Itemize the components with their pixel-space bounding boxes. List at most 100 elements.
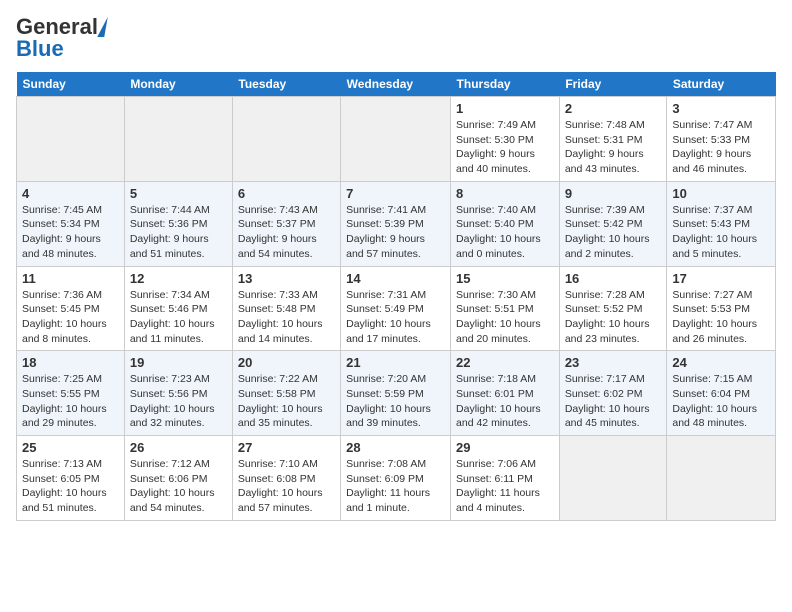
calendar-cell: 15 Sunrise: 7:30 AMSunset: 5:51 PMDayligh… xyxy=(451,266,560,351)
calendar-cell: 25Sunrise: 7:13 AMSunset: 6:05 PMDayligh… xyxy=(17,436,125,521)
day-number: 13 xyxy=(238,271,335,286)
calendar-cell: 7Sunrise: 7:41 AMSunset: 5:39 PMDaylight… xyxy=(341,181,451,266)
day-number: 19 xyxy=(130,355,227,370)
day-number: 23 xyxy=(565,355,662,370)
calendar-cell: 9 Sunrise: 7:39 AMSunset: 5:42 PMDaylight… xyxy=(559,181,667,266)
day-number: 25 xyxy=(22,440,119,455)
day-info: Sunrise: 7:37 AMSunset: 5:43 PMDaylight:… xyxy=(672,203,770,262)
day-info: Sunrise: 7:18 AMSunset: 6:01 PMDaylight:… xyxy=(456,372,554,431)
logo: General Blue xyxy=(16,16,106,60)
day-info: Sunrise: 7:17 AMSunset: 6:02 PMDaylight:… xyxy=(565,372,662,431)
day-number: 21 xyxy=(346,355,445,370)
calendar-cell xyxy=(667,436,776,521)
calendar-cell: 26 Sunrise: 7:12 AMSunset: 6:06 PMDayligh… xyxy=(124,436,232,521)
week-row-1: 1 Sunrise: 7:49 AMSunset: 5:30 PMDaylight… xyxy=(17,97,776,182)
day-info: Sunrise: 7:20 AMSunset: 5:59 PMDaylight:… xyxy=(346,372,445,431)
day-info: Sunrise: 7:31 AMSunset: 5:49 PMDaylight:… xyxy=(346,288,445,347)
day-number: 27 xyxy=(238,440,335,455)
calendar-cell: 1 Sunrise: 7:49 AMSunset: 5:30 PMDaylight… xyxy=(451,97,560,182)
day-number: 7 xyxy=(346,186,445,201)
week-row-4: 18 Sunrise: 7:25 AMSunset: 5:55 PMDayligh… xyxy=(17,351,776,436)
day-number: 8 xyxy=(456,186,554,201)
day-info: Sunrise: 7:25 AMSunset: 5:55 PMDaylight:… xyxy=(22,372,119,431)
logo-text-general: General xyxy=(16,16,98,38)
calendar-table: SundayMondayTuesdayWednesdayThursdayFrid… xyxy=(16,72,776,521)
calendar-cell: 19Sunrise: 7:23 AMSunset: 5:56 PMDayligh… xyxy=(124,351,232,436)
day-number: 10 xyxy=(672,186,770,201)
day-number: 24 xyxy=(672,355,770,370)
day-info: Sunrise: 7:49 AMSunset: 5:30 PMDaylight:… xyxy=(456,118,554,177)
calendar-cell: 20 Sunrise: 7:22 AMSunset: 5:58 PMDayligh… xyxy=(232,351,340,436)
day-number: 15 xyxy=(456,271,554,286)
calendar-cell: 12 Sunrise: 7:34 AMSunset: 5:46 PMDayligh… xyxy=(124,266,232,351)
day-info: Sunrise: 7:48 AMSunset: 5:31 PMDaylight:… xyxy=(565,118,662,177)
page-header: General Blue xyxy=(16,16,776,60)
day-info: Sunrise: 7:44 AMSunset: 5:36 PMDaylight:… xyxy=(130,203,227,262)
day-info: Sunrise: 7:22 AMSunset: 5:58 PMDaylight:… xyxy=(238,372,335,431)
col-header-tuesday: Tuesday xyxy=(232,72,340,97)
week-row-2: 4 Sunrise: 7:45 AMSunset: 5:34 PMDaylight… xyxy=(17,181,776,266)
day-info: Sunrise: 7:43 AMSunset: 5:37 PMDaylight:… xyxy=(238,203,335,262)
day-info: Sunrise: 7:27 AMSunset: 5:53 PMDaylight:… xyxy=(672,288,770,347)
day-info: Sunrise: 7:33 AMSunset: 5:48 PMDaylight:… xyxy=(238,288,335,347)
calendar-cell: 29 Sunrise: 7:06 AMSunset: 6:11 PMDayligh… xyxy=(451,436,560,521)
week-row-5: 25Sunrise: 7:13 AMSunset: 6:05 PMDayligh… xyxy=(17,436,776,521)
day-number: 26 xyxy=(130,440,227,455)
day-info: Sunrise: 7:47 AMSunset: 5:33 PMDaylight:… xyxy=(672,118,770,177)
day-number: 1 xyxy=(456,101,554,116)
day-number: 20 xyxy=(238,355,335,370)
calendar-cell: 28Sunrise: 7:08 AMSunset: 6:09 PMDayligh… xyxy=(341,436,451,521)
day-info: Sunrise: 7:12 AMSunset: 6:06 PMDaylight:… xyxy=(130,457,227,516)
calendar-cell: 13 Sunrise: 7:33 AMSunset: 5:48 PMDayligh… xyxy=(232,266,340,351)
week-row-3: 11Sunrise: 7:36 AMSunset: 5:45 PMDayligh… xyxy=(17,266,776,351)
day-info: Sunrise: 7:39 AMSunset: 5:42 PMDaylight:… xyxy=(565,203,662,262)
calendar-cell xyxy=(559,436,667,521)
day-info: Sunrise: 7:06 AMSunset: 6:11 PMDaylight:… xyxy=(456,457,554,516)
calendar-cell: 5 Sunrise: 7:44 AMSunset: 5:36 PMDaylight… xyxy=(124,181,232,266)
day-number: 29 xyxy=(456,440,554,455)
day-number: 12 xyxy=(130,271,227,286)
col-header-wednesday: Wednesday xyxy=(341,72,451,97)
day-number: 5 xyxy=(130,186,227,201)
calendar-cell: 2 Sunrise: 7:48 AMSunset: 5:31 PMDaylight… xyxy=(559,97,667,182)
day-number: 16 xyxy=(565,271,662,286)
calendar-cell xyxy=(232,97,340,182)
day-number: 9 xyxy=(565,186,662,201)
calendar-cell: 16 Sunrise: 7:28 AMSunset: 5:52 PMDayligh… xyxy=(559,266,667,351)
day-info: Sunrise: 7:30 AMSunset: 5:51 PMDaylight:… xyxy=(456,288,554,347)
calendar-cell: 22 Sunrise: 7:18 AMSunset: 6:01 PMDayligh… xyxy=(451,351,560,436)
day-number: 6 xyxy=(238,186,335,201)
calendar-cell: 4 Sunrise: 7:45 AMSunset: 5:34 PMDaylight… xyxy=(17,181,125,266)
calendar-cell: 17 Sunrise: 7:27 AMSunset: 5:53 PMDayligh… xyxy=(667,266,776,351)
calendar-cell: 8 Sunrise: 7:40 AMSunset: 5:40 PMDaylight… xyxy=(451,181,560,266)
day-number: 4 xyxy=(22,186,119,201)
day-number: 2 xyxy=(565,101,662,116)
calendar-cell: 27 Sunrise: 7:10 AMSunset: 6:08 PMDayligh… xyxy=(232,436,340,521)
calendar-cell: 10 Sunrise: 7:37 AMSunset: 5:43 PMDayligh… xyxy=(667,181,776,266)
day-number: 22 xyxy=(456,355,554,370)
calendar-cell: 6 Sunrise: 7:43 AMSunset: 5:37 PMDaylight… xyxy=(232,181,340,266)
day-info: Sunrise: 7:10 AMSunset: 6:08 PMDaylight:… xyxy=(238,457,335,516)
col-header-thursday: Thursday xyxy=(451,72,560,97)
calendar-cell: 3 Sunrise: 7:47 AMSunset: 5:33 PMDaylight… xyxy=(667,97,776,182)
day-number: 18 xyxy=(22,355,119,370)
day-info: Sunrise: 7:40 AMSunset: 5:40 PMDaylight:… xyxy=(456,203,554,262)
col-header-sunday: Sunday xyxy=(17,72,125,97)
day-info: Sunrise: 7:45 AMSunset: 5:34 PMDaylight:… xyxy=(22,203,119,262)
col-header-saturday: Saturday xyxy=(667,72,776,97)
calendar-cell: 18 Sunrise: 7:25 AMSunset: 5:55 PMDayligh… xyxy=(17,351,125,436)
calendar-cell xyxy=(17,97,125,182)
day-info: Sunrise: 7:36 AMSunset: 5:45 PMDaylight:… xyxy=(22,288,119,347)
col-header-monday: Monday xyxy=(124,72,232,97)
day-info: Sunrise: 7:28 AMSunset: 5:52 PMDaylight:… xyxy=(565,288,662,347)
day-number: 3 xyxy=(672,101,770,116)
logo-text-blue: Blue xyxy=(16,38,64,60)
header-row: SundayMondayTuesdayWednesdayThursdayFrid… xyxy=(17,72,776,97)
day-number: 17 xyxy=(672,271,770,286)
calendar-cell: 14Sunrise: 7:31 AMSunset: 5:49 PMDayligh… xyxy=(341,266,451,351)
day-number: 28 xyxy=(346,440,445,455)
day-info: Sunrise: 7:34 AMSunset: 5:46 PMDaylight:… xyxy=(130,288,227,347)
calendar-cell: 24Sunrise: 7:15 AMSunset: 6:04 PMDayligh… xyxy=(667,351,776,436)
col-header-friday: Friday xyxy=(559,72,667,97)
calendar-cell xyxy=(124,97,232,182)
